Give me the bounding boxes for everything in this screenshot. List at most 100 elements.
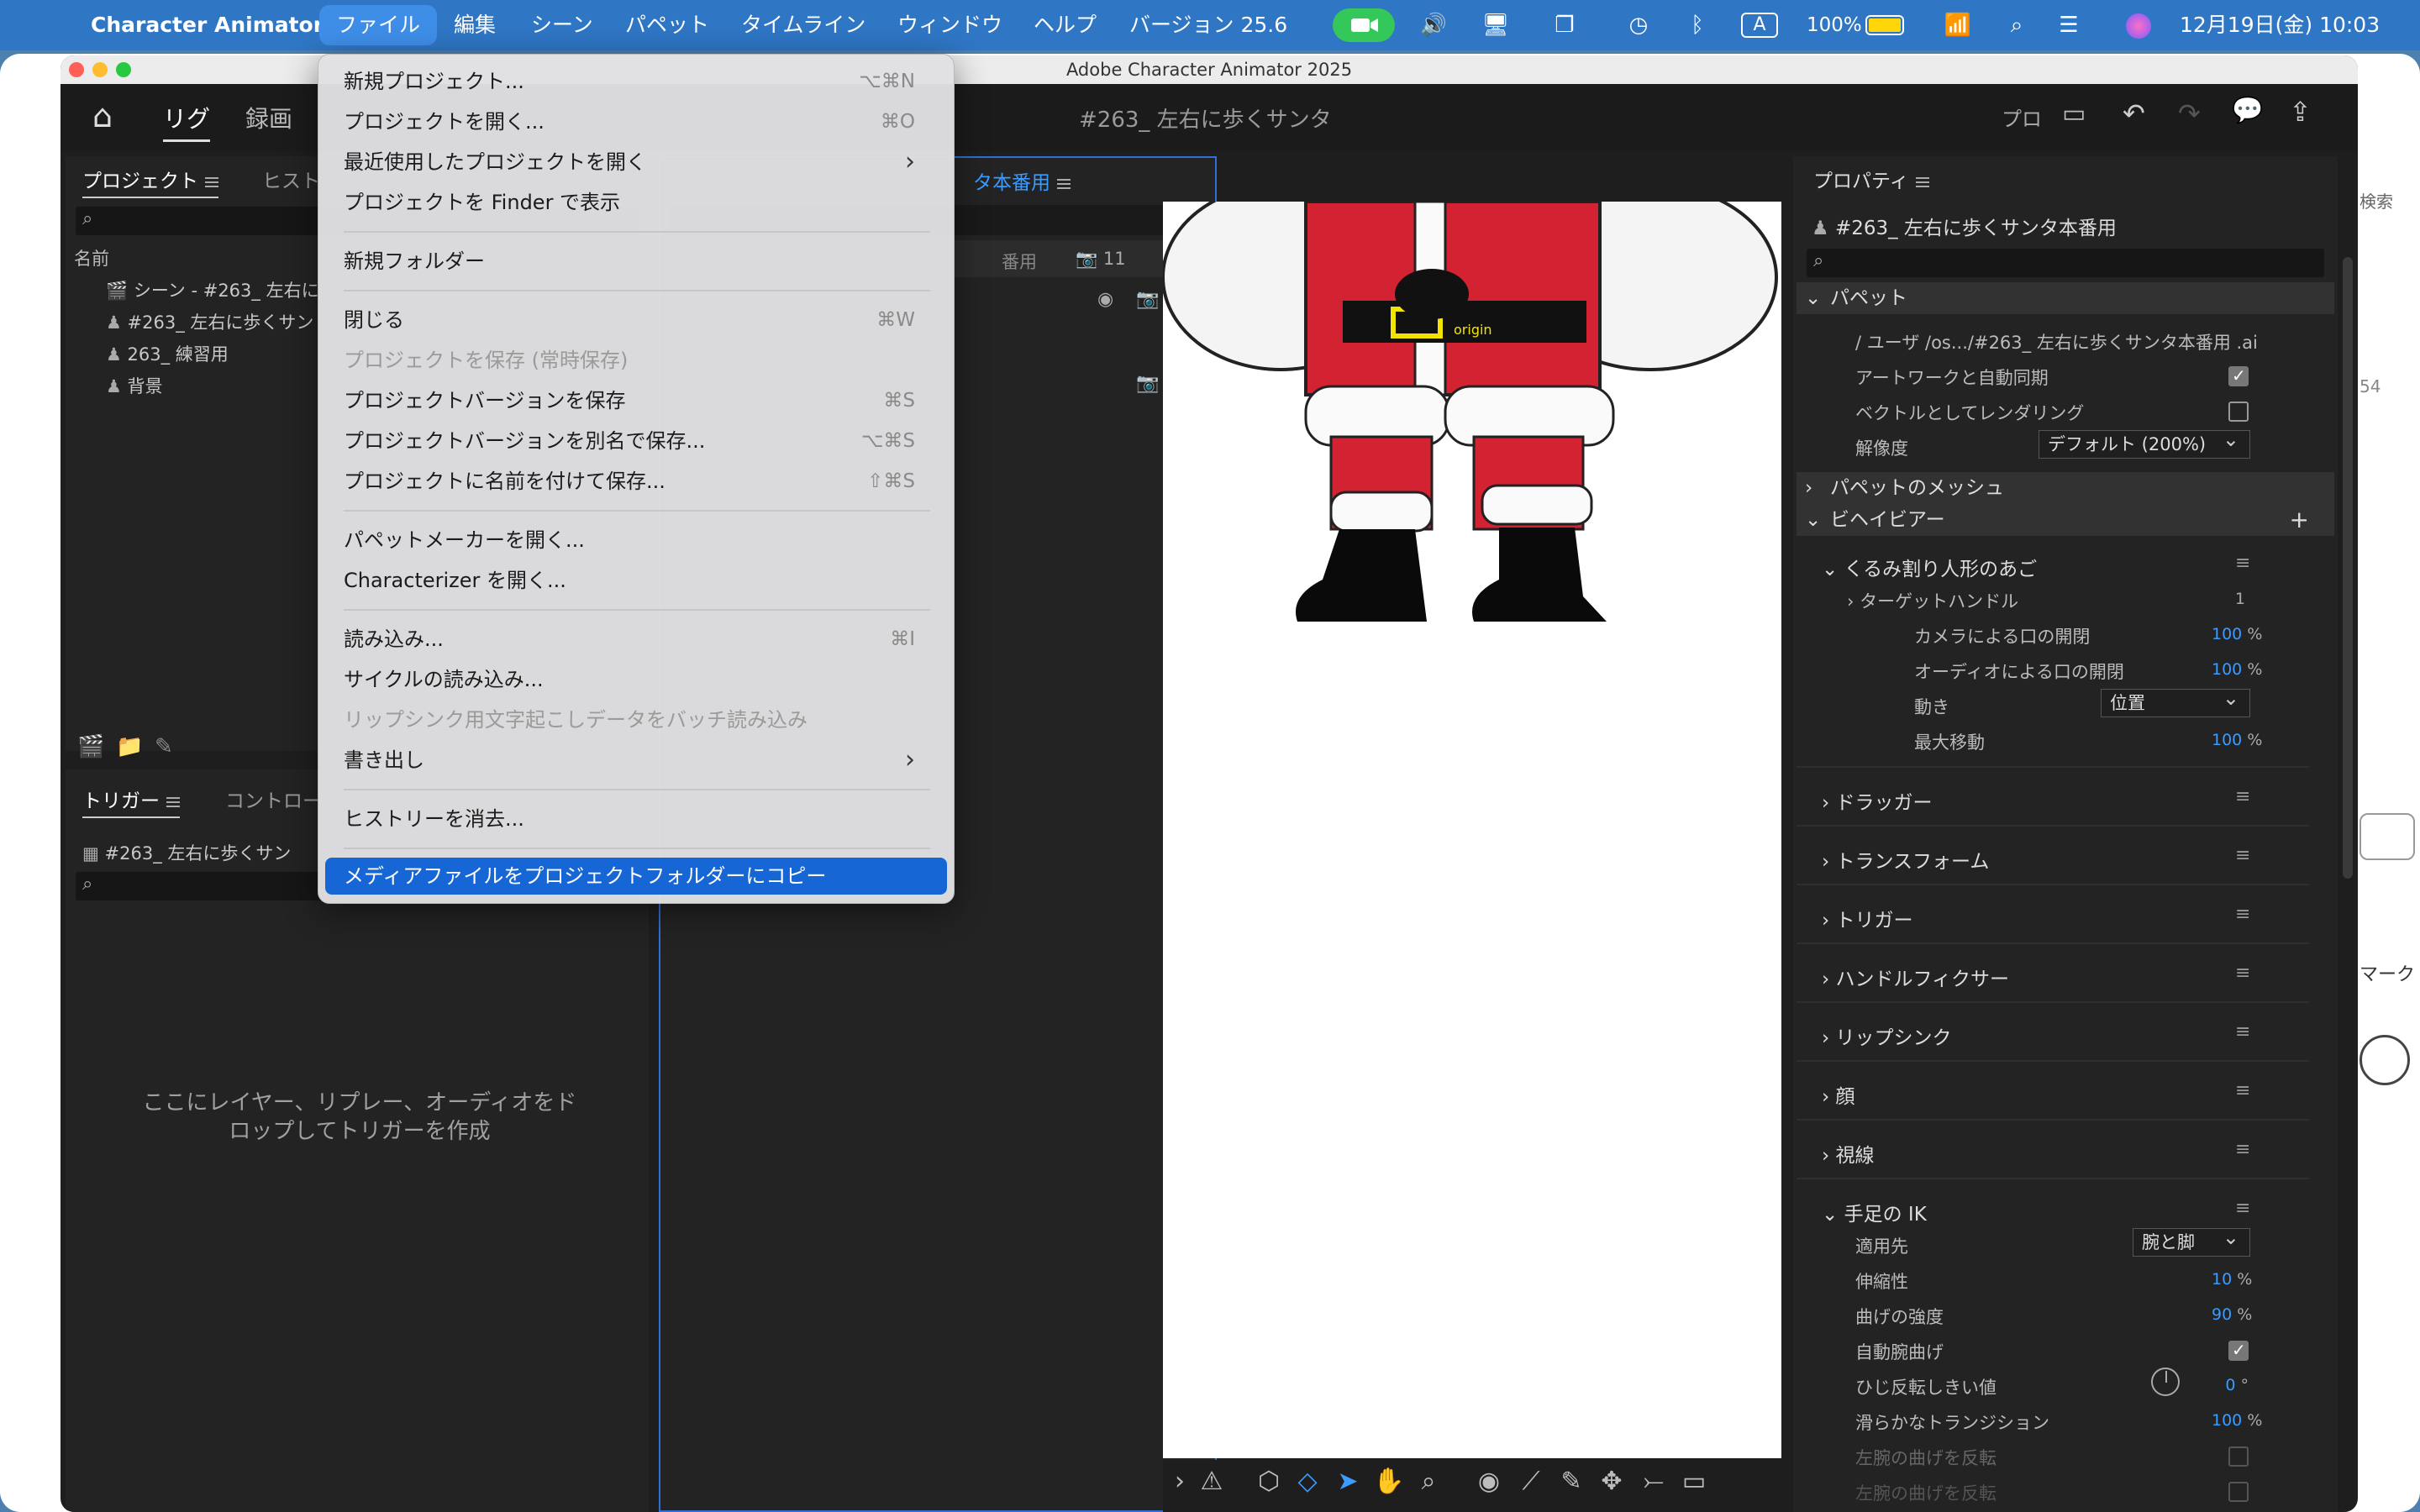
menu-icon[interactable]: ≡ [2235, 963, 2250, 984]
motion-dropdown[interactable]: 位置 [2101, 685, 2250, 717]
project-item-scene[interactable]: 🎬 シーン - #263_ 左右に [106, 277, 319, 302]
new-scene-icon[interactable]: 🎬 [77, 734, 104, 759]
menu-item-puppet-maker[interactable]: パペットメーカーを開く... [344, 522, 932, 559]
bg-button[interactable] [2360, 1035, 2410, 1085]
menu-item-new-project[interactable]: 新規プロジェクト... ⌥⌘N [344, 63, 932, 100]
tab-properties[interactable]: プロパティ [1813, 165, 1929, 193]
section-mesh[interactable]: › パペットのメッシュ [1797, 472, 2334, 504]
undo-icon[interactable]: ↶ [2123, 97, 2145, 129]
stick-tool-icon[interactable]: ✎ [1556, 1467, 1586, 1496]
origin-tool-icon[interactable]: ◉ [1474, 1467, 1504, 1496]
mesh-icon[interactable]: ⬡ [1254, 1467, 1284, 1496]
stretch-value[interactable]: 10 % [2212, 1270, 2252, 1289]
menu-icon[interactable]: ≡ [2235, 786, 2250, 807]
menu-item-close[interactable]: 閉じる ⌘W [344, 302, 932, 339]
pin-tool-icon[interactable]: ⟋ [1516, 1467, 1546, 1496]
tab-project[interactable]: プロジェクト [82, 165, 218, 198]
vector-checkbox[interactable] [2228, 402, 2249, 422]
behavior-face[interactable]: › 顔 [1822, 1080, 1855, 1109]
properties-scrollbar[interactable] [2343, 257, 2353, 879]
behavior-lip-sync[interactable]: › リップシンク [1822, 1021, 1952, 1050]
camera-in-use-indicator[interactable] [1333, 8, 1395, 42]
minimize-button[interactable] [92, 62, 108, 77]
menu-item-import[interactable]: 読み込み... ⌘I [344, 621, 932, 658]
menu-item-reveal-in-finder[interactable]: プロジェクトを Finder で表示 [344, 184, 932, 221]
rect-tool-icon[interactable]: ▭ [1679, 1467, 1709, 1496]
menu-item-save-version-as[interactable]: プロジェクトバージョンを別名で保存... ⌥⌘S [344, 423, 932, 459]
clock[interactable]: 12月19日(金) 10:03 [2180, 0, 2380, 50]
share-icon[interactable]: ⇪ [2289, 96, 2312, 128]
menu-icon[interactable]: ≡ [2235, 904, 2250, 925]
app-menu[interactable]: Character Animator [91, 0, 324, 50]
menu-item-export[interactable]: 書き出し › [344, 742, 932, 779]
dial-icon[interactable] [2151, 1368, 2180, 1396]
shape-icon[interactable]: ◇ [1292, 1467, 1323, 1496]
tab-history[interactable]: ヒスト [262, 165, 320, 193]
menu-item-import-cycle[interactable]: サイクルの読み込み... [344, 661, 932, 698]
wifi-icon[interactable]: 📶 [1941, 12, 1975, 39]
behavior-handle-fixer[interactable]: › ハンドルフィクサー [1822, 963, 2009, 991]
behavior-triggers[interactable]: › トリガー [1822, 904, 1913, 932]
search-icon[interactable]: ⌕ [2000, 12, 2033, 39]
stage-canvas[interactable]: origin [1161, 183, 1781, 1458]
panel-layout-icon[interactable]: ▭ [2062, 99, 2086, 129]
time-machine-icon[interactable]: ◷ [1622, 12, 1655, 39]
battery-icon[interactable] [1865, 15, 1904, 35]
menu-icon[interactable]: ≡ [2235, 845, 2250, 866]
menu-icon[interactable]: ≡ [2235, 1080, 2250, 1101]
zoom-button[interactable] [116, 62, 131, 77]
menu-item-save-version[interactable]: プロジェクトバージョンを保存 ⌘S [344, 382, 932, 419]
menu-icon[interactable]: ≡ [2235, 1139, 2250, 1160]
input-source-icon[interactable]: A [1741, 13, 1778, 38]
max-move-value[interactable]: 100 % [2212, 731, 2262, 749]
behavior-dragger[interactable]: › ドラッガー [1822, 786, 1933, 815]
behavior-limb-ik[interactable]: ⌄ 手足の IK [1822, 1198, 1927, 1226]
auto-bend-checkbox[interactable] [2228, 1340, 2249, 1361]
apply-to-dropdown[interactable]: 腕と脚 [2133, 1224, 2250, 1257]
menu-scene[interactable]: シーン [531, 0, 593, 50]
properties-search-input[interactable]: ⌕ [1807, 249, 2324, 277]
menu-item-open-project[interactable]: プロジェクトを開く... ⌘O [344, 103, 932, 140]
control-center-icon[interactable]: ☰ [2052, 12, 2086, 39]
menu-item-save-as[interactable]: プロジェクトに名前を付けて保存... ⇧⌘S [344, 463, 932, 500]
close-button[interactable] [69, 62, 84, 77]
camera-mouth-value[interactable]: 100 % [2212, 625, 2262, 643]
menu-icon[interactable]: ≡ [2235, 1021, 2250, 1042]
menu-icon[interactable]: ≡ [2235, 553, 2250, 574]
menu-item-copy-media-to-project-folder[interactable]: メディアファイルをプロジェクトフォルダーにコピー [325, 858, 947, 895]
sync-checkbox[interactable] [2228, 365, 2249, 386]
menu-version[interactable]: バージョン 25.6 [1129, 0, 1287, 50]
left-arm-flip-checkbox[interactable] [2228, 1482, 2249, 1502]
bend-strength-value[interactable]: 90 % [2212, 1305, 2252, 1324]
siri-icon[interactable] [2126, 13, 2151, 39]
expand-icon[interactable]: › [1165, 1467, 1195, 1496]
add-behavior-icon[interactable]: + [2290, 504, 2309, 536]
zoom-tool-icon[interactable]: ⌕ [1413, 1467, 1444, 1496]
new-folder-icon[interactable]: 📁 [116, 734, 143, 759]
tab-puppet[interactable]: タ本番用 [973, 166, 1071, 195]
santa-artwork[interactable]: origin [1161, 183, 1781, 672]
display-icon[interactable]: 🖥 [1479, 12, 1512, 39]
record-icon[interactable]: ◉ [1097, 289, 1113, 310]
target-handle-row[interactable]: › ターゲットハンドル [1847, 588, 2018, 613]
dragger-tool-icon[interactable]: ⤚ [1639, 1467, 1669, 1496]
redo-icon[interactable]: ↷ [2178, 97, 2201, 129]
left-arm-bend-checkbox[interactable] [2228, 1446, 2249, 1467]
tab-rig[interactable]: リグ [163, 101, 211, 142]
menu-edit[interactable]: 編集 [454, 0, 496, 50]
menu-help[interactable]: ヘルプ [1034, 0, 1097, 50]
feedback-icon[interactable]: 💬 [2232, 96, 2263, 125]
screen-mirroring-icon[interactable]: ❐ [1548, 12, 1581, 39]
tab-record[interactable]: 録画 [245, 101, 292, 134]
artwork-path-link[interactable]: / ユーザ /os.../#263_ 左右に歩くサンタ本番用 .ai [1855, 329, 2258, 354]
resolution-dropdown[interactable]: デフォルト (200%) [2039, 426, 2250, 459]
menu-item-characterizer[interactable]: Characterizer を開く... [344, 562, 932, 599]
trigger-puppet-row[interactable]: ▦ #263_ 左右に歩くサン [82, 840, 291, 865]
project-item-practice[interactable]: ♟ 263_ 練習用 [106, 341, 229, 366]
bg-dropdown[interactable] [2360, 813, 2415, 860]
home-icon[interactable]: ⌂ [92, 97, 113, 134]
menu-item-clear-history[interactable]: ヒストリーを消去... [344, 801, 932, 837]
elbow-threshold-value[interactable]: 0 ° [2212, 1376, 2249, 1394]
camera-icon[interactable]: 📷 [1136, 289, 1159, 310]
edit-icon[interactable]: ✎ [155, 734, 173, 759]
